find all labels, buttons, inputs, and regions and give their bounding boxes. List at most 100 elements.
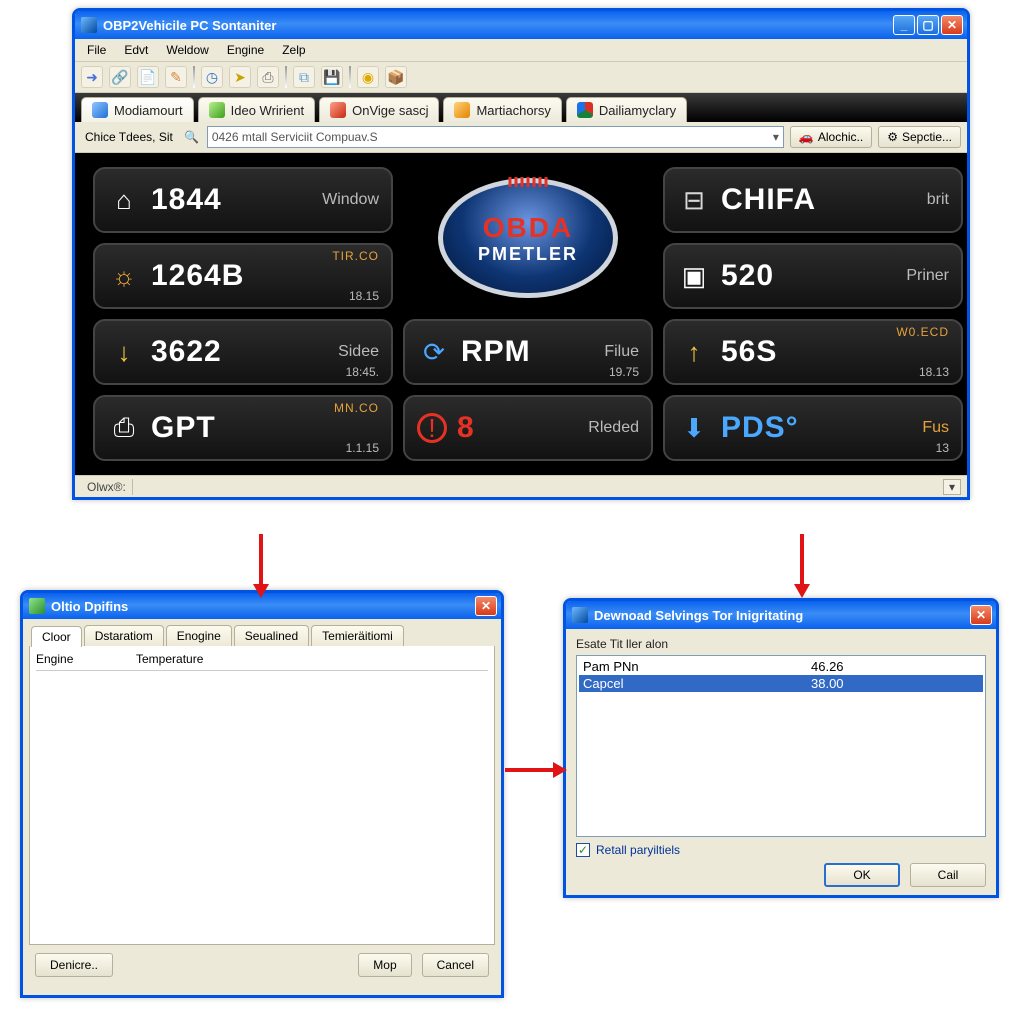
vehicle-combo[interactable]: 0426 mtall Serviciit Compuav.S ▾ bbox=[207, 126, 784, 148]
tab-bar: Modiamourt Ideo Wririent OnVige sascj Ma… bbox=[75, 93, 967, 122]
main-titlebar[interactable]: OBP2Vehicile PC Sontaniter _ ▢ ✕ bbox=[75, 11, 967, 39]
checkbox-label: Retall paryiltiels bbox=[596, 843, 680, 857]
menu-window[interactable]: Weldow bbox=[158, 41, 216, 59]
tab-dstaratiom[interactable]: Dstaratiom bbox=[84, 625, 164, 646]
ok-button[interactable]: OK bbox=[824, 863, 900, 887]
toolbar-separator bbox=[285, 66, 287, 88]
close-button[interactable]: ✕ bbox=[941, 15, 963, 35]
tab-ideo[interactable]: Ideo Wririent bbox=[198, 97, 315, 122]
gauge-sidee[interactable]: ↓ 3622 Sidee 18:45. bbox=[93, 319, 393, 385]
location-bar: Chice Tdees, Sit 🔍 0426 mtall Serviciit … bbox=[75, 122, 967, 153]
status-separator bbox=[132, 479, 133, 495]
gauge-sub: 18.15 bbox=[349, 289, 379, 303]
status-label: Olwx®: bbox=[81, 480, 132, 494]
window-title: OBP2Vehicile PC Sontaniter bbox=[103, 18, 893, 33]
tab-icon bbox=[454, 102, 470, 118]
tab-icon bbox=[577, 102, 593, 118]
settings-titlebar[interactable]: Dewnoad Selvings Tor Inigritating ✕ bbox=[566, 601, 996, 629]
gauge-sub: 13 bbox=[936, 441, 949, 455]
tab-temier[interactable]: Temieräitiomi bbox=[311, 625, 404, 646]
tab-label: Ideo Wririent bbox=[231, 103, 304, 118]
tool-arrow-icon[interactable]: ➜ bbox=[81, 66, 103, 88]
tab-dailiamy[interactable]: Dailiamyclary bbox=[566, 97, 687, 122]
tool-send-icon[interactable]: ➤ bbox=[229, 66, 251, 88]
tab-enogine[interactable]: Enogine bbox=[166, 625, 232, 646]
column-engine[interactable]: Engine bbox=[36, 652, 116, 666]
tool-save-icon[interactable]: 💾 bbox=[321, 66, 343, 88]
logo-line2: PMETLER bbox=[478, 244, 578, 265]
maximize-button[interactable]: ▢ bbox=[917, 15, 939, 35]
settings-icon bbox=[572, 607, 588, 623]
gauge-value: 1264B bbox=[151, 259, 244, 293]
tab-seualined[interactable]: Seualined bbox=[234, 625, 309, 646]
tool-link-icon[interactable]: 🔗 bbox=[109, 66, 131, 88]
menu-help[interactable]: Zelp bbox=[274, 41, 313, 59]
cancel-button[interactable]: Cail bbox=[910, 863, 986, 887]
alochic-button[interactable]: 🚗Alochic.. bbox=[790, 126, 872, 148]
minimize-button[interactable]: _ bbox=[893, 15, 915, 35]
status-dropdown-icon[interactable]: ▾ bbox=[943, 479, 961, 495]
menu-file[interactable]: File bbox=[79, 41, 114, 59]
download-icon: ⬇ bbox=[677, 411, 711, 445]
menu-engine[interactable]: Engine bbox=[219, 41, 272, 59]
alert-icon: ! bbox=[417, 413, 447, 443]
tool-clock-icon[interactable]: ◷ bbox=[201, 66, 223, 88]
gauge-pds[interactable]: ⬇ PDS° Fus 13 bbox=[663, 395, 963, 461]
gauge-value: PDS° bbox=[721, 411, 799, 445]
flow-arrow-right bbox=[800, 534, 804, 584]
gauge-tag: W0.ECD bbox=[896, 325, 949, 339]
menu-edit[interactable]: Edvt bbox=[116, 41, 156, 59]
tab-martia[interactable]: Martiachorsy bbox=[443, 97, 561, 122]
gauge-unit: Priner bbox=[906, 267, 949, 285]
gauge-window[interactable]: ⌂ 1844 Window bbox=[93, 167, 393, 233]
gauge-w0ecd[interactable]: ↑ 56S W0.ECD 18.13 bbox=[663, 319, 963, 385]
tool-coin-icon[interactable]: ◉ bbox=[357, 66, 379, 88]
main-window: OBP2Vehicile PC Sontaniter _ ▢ ✕ File Ed… bbox=[72, 8, 970, 500]
gauge-alert[interactable]: ! 8 Rleded bbox=[403, 395, 653, 461]
sepctie-button[interactable]: ⚙Sepctie... bbox=[878, 126, 961, 148]
close-button[interactable]: ✕ bbox=[970, 605, 992, 625]
tool-pencil-icon[interactable]: ✎ bbox=[165, 66, 187, 88]
retain-checkbox[interactable]: ✓ Retall paryiltiels bbox=[576, 843, 986, 857]
gauge-sub: 19.75 bbox=[609, 365, 639, 379]
gauge-chifa[interactable]: ⊟ CHIFA brit bbox=[663, 167, 963, 233]
logo-line1: OBDA bbox=[483, 212, 573, 244]
column-temperature[interactable]: Temperature bbox=[136, 652, 216, 666]
tool-box-icon[interactable]: 📦 bbox=[385, 66, 407, 88]
dashboard-panel: ⌂ 1844 Window ☼ 1264B TIR.CO 18.15 ↓ 362… bbox=[75, 153, 967, 475]
tab-label: Modiamourt bbox=[114, 103, 183, 118]
gauge-tirco[interactable]: ☼ 1264B TIR.CO 18.15 bbox=[93, 243, 393, 309]
gauge-value: 3622 bbox=[151, 335, 222, 369]
mop-button[interactable]: Mop bbox=[358, 953, 411, 977]
close-button[interactable]: ✕ bbox=[475, 596, 497, 616]
gauge-rpm[interactable]: ⟳ RPM Filue 19.75 bbox=[403, 319, 653, 385]
sun-icon: ☼ bbox=[107, 259, 141, 293]
settings-listbox[interactable]: Pam PNn 46.26 Capcel 38.00 bbox=[576, 655, 986, 837]
settings-instruction: Esate Tit ller alon bbox=[576, 637, 986, 651]
engine-icon: ⎙ bbox=[107, 411, 141, 445]
options-title: Oltio Dpifins bbox=[51, 599, 475, 614]
gauge-sub: 18:45. bbox=[346, 365, 379, 379]
logo-gauge: OBDA PMETLER bbox=[403, 167, 653, 309]
printer-icon: ▣ bbox=[677, 259, 711, 293]
toolbar-separator bbox=[193, 66, 195, 88]
gauge-gpt[interactable]: ⎙ GPT MN.CO 1.1.15 bbox=[93, 395, 393, 461]
list-item-selected[interactable]: Capcel 38.00 bbox=[579, 675, 983, 692]
gauge-unit: Rleded bbox=[588, 419, 639, 437]
options-columns: Engine Temperature bbox=[36, 652, 488, 671]
gauge-value: 56S bbox=[721, 335, 777, 369]
tab-cloor[interactable]: Cloor bbox=[31, 626, 82, 647]
menu-bar: File Edvt Weldow Engine Zelp bbox=[75, 39, 967, 62]
list-item[interactable]: Pam PNn 46.26 bbox=[579, 658, 983, 675]
denicre-button[interactable]: Denicre.. bbox=[35, 953, 113, 977]
tool-copy-icon[interactable]: ⧉ bbox=[293, 66, 315, 88]
tab-modiamourt[interactable]: Modiamourt bbox=[81, 97, 194, 122]
tool-page-icon[interactable]: 📄 bbox=[137, 66, 159, 88]
search-icon[interactable]: 🔍 bbox=[183, 130, 201, 144]
row-name: Capcel bbox=[583, 676, 803, 691]
gauge-priner[interactable]: ▣ 520 Priner bbox=[663, 243, 963, 309]
tab-onvige[interactable]: OnVige sascj bbox=[319, 97, 439, 122]
tool-print-icon[interactable]: ⎙ bbox=[257, 66, 279, 88]
row-value: 46.26 bbox=[811, 659, 844, 674]
cancel-button[interactable]: Cancel bbox=[422, 953, 489, 977]
